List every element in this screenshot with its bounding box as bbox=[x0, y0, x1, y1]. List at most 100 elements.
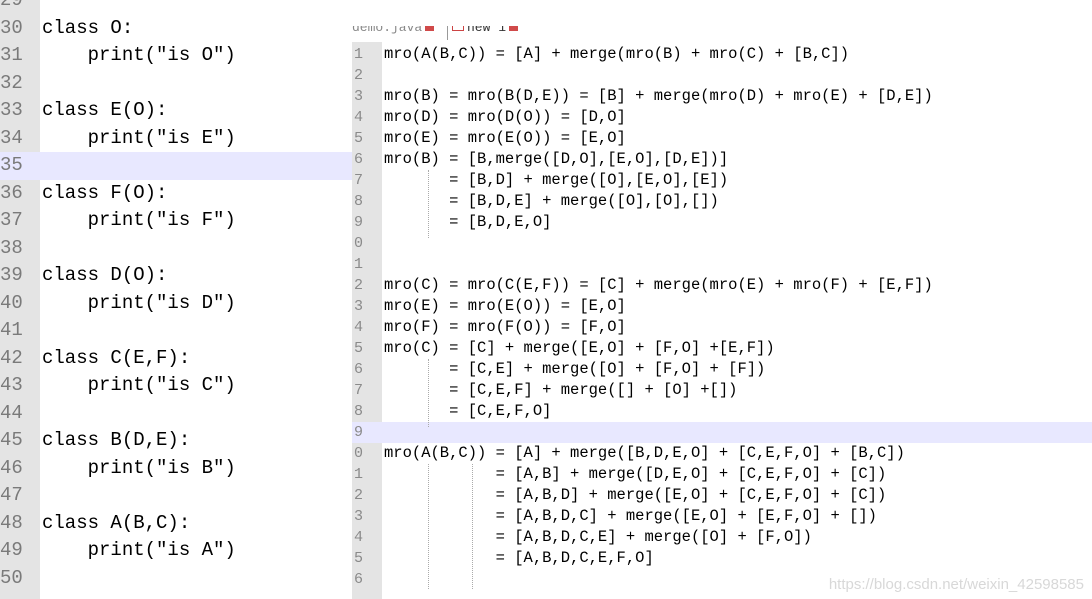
close-icon[interactable] bbox=[509, 26, 519, 31]
line-number: 48 bbox=[0, 511, 23, 534]
code-line[interactable]: 30 class O: bbox=[0, 15, 352, 43]
code-line[interactable]: 4 mro(F) = mro(F(O)) = [F,O] bbox=[352, 317, 1092, 338]
line-number: 3 bbox=[354, 508, 364, 525]
code-line[interactable]: 44 bbox=[0, 400, 352, 428]
code-line[interactable]: 37 print("is F") bbox=[0, 207, 352, 235]
code-text[interactable]: = [B,D,E,O] bbox=[384, 212, 551, 233]
code-line[interactable]: 36 class F(O): bbox=[0, 180, 352, 208]
code-line[interactable]: 35 bbox=[0, 152, 352, 180]
code-text[interactable]: print("is D") bbox=[42, 290, 236, 318]
code-text[interactable]: print("is C") bbox=[42, 372, 236, 400]
code-line[interactable]: 2 bbox=[352, 65, 1092, 86]
code-line[interactable]: 43 print("is C") bbox=[0, 372, 352, 400]
code-text[interactable]: print("is E") bbox=[42, 125, 236, 153]
code-line[interactable]: 2 = [A,B,D] + merge([E,O] + [C,E,F,O] + … bbox=[352, 485, 1092, 506]
code-line[interactable]: 0 mro(A(B,C)) = [A] + merge([B,D,E,O] + [… bbox=[352, 443, 1092, 464]
code-line[interactable]: 7 = [B,D] + merge([O],[E,O],[E]) bbox=[352, 170, 1092, 191]
code-line[interactable]: 39 class D(O): bbox=[0, 262, 352, 290]
code-text[interactable]: mro(C) = [C] + merge([E,O] + [F,O] +[E,F… bbox=[384, 338, 775, 359]
code-line[interactable]: 8 = [B,D,E] + merge([O],[O],[]) bbox=[352, 191, 1092, 212]
code-line[interactable]: 45 class B(D,E): bbox=[0, 427, 352, 455]
code-text[interactable]: mro(F) = mro(F(O)) = [F,O] bbox=[384, 317, 626, 338]
code-text[interactable]: print("is B") bbox=[42, 455, 236, 483]
code-line[interactable]: 1 mro(A(B,C)) = [A] + merge(mro(B) + mro(… bbox=[352, 44, 1092, 65]
code-line[interactable]: 29 bbox=[0, 0, 352, 15]
left-code-area[interactable]: 29 30 class O: 31 print("is O") 32 33 class E(… bbox=[0, 0, 352, 592]
line-number: 4 bbox=[354, 319, 364, 336]
code-line[interactable]: 49 print("is A") bbox=[0, 537, 352, 565]
code-text[interactable]: class E(O): bbox=[42, 97, 167, 125]
code-line[interactable]: 5 = [A,B,D,C,E,F,O] bbox=[352, 548, 1092, 569]
code-line[interactable]: 1 = [A,B] + merge([D,E,O] + [C,E,F,O] + … bbox=[352, 464, 1092, 485]
code-line[interactable]: 9 = [B,D,E,O] bbox=[352, 212, 1092, 233]
code-line[interactable]: 5 mro(C) = [C] + merge([E,O] + [F,O] +[E,… bbox=[352, 338, 1092, 359]
code-text[interactable]: = [A,B,D,C,E,F,O] bbox=[384, 548, 654, 569]
code-line[interactable]: 0 bbox=[352, 233, 1092, 254]
code-text[interactable]: class A(B,C): bbox=[42, 510, 190, 538]
line-number: 33 bbox=[0, 99, 23, 121]
code-line[interactable]: 46 print("is B") bbox=[0, 455, 352, 483]
line-number: 37 bbox=[0, 209, 23, 231]
code-text[interactable]: mro(A(B,C)) = [A] + merge(mro(B) + mro(C… bbox=[384, 44, 849, 65]
code-text[interactable]: mro(E) = mro(E(O)) = [E,O] bbox=[384, 128, 626, 149]
code-text[interactable]: class C(E,F): bbox=[42, 345, 190, 373]
code-line[interactable]: 48 class A(B,C): bbox=[0, 510, 352, 538]
code-text[interactable]: class B(D,E): bbox=[42, 427, 190, 455]
line-number: 5 bbox=[354, 130, 364, 147]
code-text[interactable]: print("is F") bbox=[42, 207, 236, 235]
code-text[interactable]: = [B,D] + merge([O],[E,O],[E]) bbox=[384, 170, 728, 191]
code-text[interactable]: = [C,E,F] + merge([] + [O] +[]) bbox=[384, 380, 737, 401]
code-line[interactable]: 34 print("is E") bbox=[0, 125, 352, 153]
code-line[interactable]: 1 bbox=[352, 254, 1092, 275]
tab-separator bbox=[447, 26, 448, 40]
tab-demo-java[interactable]: demo.java bbox=[352, 26, 435, 38]
code-line[interactable]: 3 mro(E) = mro(E(O)) = [E,O] bbox=[352, 296, 1092, 317]
code-line[interactable]: 7 = [C,E,F] + merge([] + [O] +[]) bbox=[352, 380, 1092, 401]
code-line[interactable]: 3 = [A,B,D,C] + merge([E,O] + [E,F,O] + … bbox=[352, 506, 1092, 527]
code-text[interactable]: mro(E) = mro(E(O)) = [E,O] bbox=[384, 296, 626, 317]
code-line[interactable]: 47 bbox=[0, 482, 352, 510]
code-text[interactable]: mro(D) = mro(D(O)) = [D,O] bbox=[384, 107, 626, 128]
line-number: 2 bbox=[354, 487, 364, 504]
code-line[interactable]: 38 bbox=[0, 235, 352, 263]
code-line[interactable]: 6 mro(B) = [B,merge([D,O],[E,O],[D,E])] bbox=[352, 149, 1092, 170]
code-line[interactable]: 50 bbox=[0, 565, 352, 593]
code-text[interactable]: = [C,E,F,O] bbox=[384, 401, 551, 422]
code-line[interactable]: 32 bbox=[0, 70, 352, 98]
code-text[interactable]: mro(C) = mro(C(E,F)) = [C] + merge(mro(E… bbox=[384, 275, 933, 296]
code-text[interactable]: = [A,B] + merge([D,E,O] + [C,E,F,O] + [C… bbox=[384, 464, 887, 485]
left-editor-pane[interactable]: 29 30 class O: 31 print("is O") 32 33 class E(… bbox=[0, 0, 352, 599]
code-text[interactable]: mro(A(B,C)) = [A] + merge([B,D,E,O] + [C… bbox=[384, 443, 905, 464]
code-text[interactable]: = [A,B,D,C,E] + merge([O] + [F,O]) bbox=[384, 527, 812, 548]
code-line[interactable]: 2 mro(C) = mro(C(E,F)) = [C] + merge(mro(… bbox=[352, 275, 1092, 296]
code-line[interactable]: 4 = [A,B,D,C,E] + merge([O] + [F,O]) bbox=[352, 527, 1092, 548]
code-text[interactable]: class O: bbox=[42, 15, 133, 43]
code-line[interactable]: 5 mro(E) = mro(E(O)) = [E,O] bbox=[352, 128, 1092, 149]
code-line[interactable]: 31 print("is O") bbox=[0, 42, 352, 70]
code-line[interactable]: 42 class C(E,F): bbox=[0, 345, 352, 373]
code-line[interactable]: 3 mro(B) = mro(B(D,E)) = [B] + merge(mro(… bbox=[352, 86, 1092, 107]
code-text[interactable]: = [A,B,D] + merge([E,O] + [C,E,F,O] + [C… bbox=[384, 485, 887, 506]
code-text[interactable]: mro(B) = mro(B(D,E)) = [B] + merge(mro(D… bbox=[384, 86, 933, 107]
code-text[interactable]: print("is O") bbox=[42, 42, 236, 70]
close-icon[interactable] bbox=[425, 26, 435, 31]
right-editor-pane[interactable]: demo.java new 1 1 mro(A(B,C)) = [A] + mer… bbox=[352, 0, 1092, 599]
code-line[interactable]: 33 class E(O): bbox=[0, 97, 352, 125]
code-text[interactable]: class D(O): bbox=[42, 262, 167, 290]
line-number: 0 bbox=[354, 445, 364, 462]
code-line[interactable]: 41 bbox=[0, 317, 352, 345]
code-text[interactable]: class F(O): bbox=[42, 180, 167, 208]
code-text[interactable]: = [A,B,D,C] + merge([E,O] + [E,F,O] + []… bbox=[384, 506, 877, 527]
code-line[interactable]: 6 = [C,E] + merge([O] + [F,O] + [F]) bbox=[352, 359, 1092, 380]
line-number: 45 bbox=[0, 429, 23, 451]
right-code-area[interactable]: 1 mro(A(B,C)) = [A] + merge(mro(B) + mro(… bbox=[352, 44, 1092, 590]
code-text[interactable]: print("is A") bbox=[42, 537, 236, 565]
code-line[interactable]: 9 bbox=[352, 422, 1092, 443]
code-line[interactable]: 40 print("is D") bbox=[0, 290, 352, 318]
code-line[interactable]: 4 mro(D) = mro(D(O)) = [D,O] bbox=[352, 107, 1092, 128]
tab-new-1[interactable]: new 1 bbox=[452, 26, 519, 38]
code-text[interactable]: mro(B) = [B,merge([D,O],[E,O],[D,E])] bbox=[384, 149, 728, 170]
code-line[interactable]: 8 = [C,E,F,O] bbox=[352, 401, 1092, 422]
code-text[interactable]: = [C,E] + merge([O] + [F,O] + [F]) bbox=[384, 359, 765, 380]
code-text[interactable]: = [B,D,E] + merge([O],[O],[]) bbox=[384, 191, 719, 212]
